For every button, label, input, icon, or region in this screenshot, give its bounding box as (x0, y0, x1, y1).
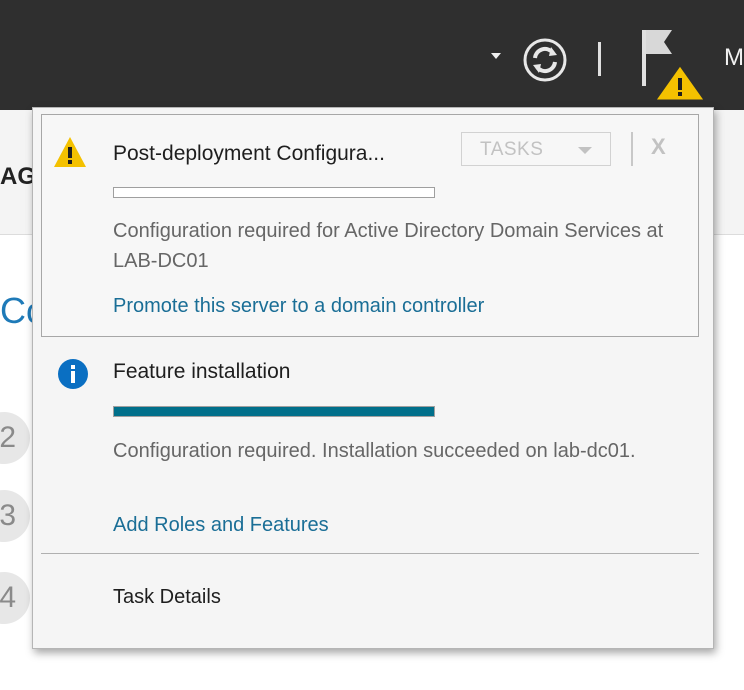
close-icon[interactable]: X (651, 134, 666, 160)
divider (41, 553, 699, 554)
notification-description: Configuration required. Installation suc… (113, 440, 636, 462)
progress-bar (113, 187, 435, 198)
step-badge: 4 (0, 572, 30, 624)
tasks-dropdown[interactable]: TASKS (461, 132, 611, 166)
promote-domain-controller-link[interactable]: Promote this server to a domain controll… (113, 295, 484, 318)
separator (631, 132, 633, 166)
tasks-label: TASKS (480, 139, 544, 160)
title-bar: M (0, 0, 744, 110)
add-roles-features-link[interactable]: Add Roles and Features (113, 514, 329, 537)
toolbar-separator (598, 42, 601, 76)
progress-fill (114, 407, 434, 416)
notifications-popup: Post-deployment Configura... TASKS X Con… (32, 107, 714, 649)
step-badge: 3 (0, 490, 30, 542)
notification-description: Configuration required for Active Direct… (113, 220, 664, 272)
manage-menu-partial[interactable]: M (724, 44, 744, 72)
chevron-down-icon (578, 147, 592, 154)
notification-title: Post-deployment Configura... (113, 142, 385, 165)
info-icon (58, 359, 88, 389)
refresh-icon[interactable] (522, 37, 568, 83)
task-details-link[interactable]: Task Details (113, 586, 221, 609)
warning-icon (54, 137, 86, 167)
step-badge: 2 (0, 412, 30, 464)
dropdown-arrow-icon[interactable] (491, 53, 501, 59)
flag-warning-icon[interactable] (636, 28, 708, 102)
progress-bar (113, 406, 435, 417)
notification-title: Feature installation (113, 360, 291, 383)
